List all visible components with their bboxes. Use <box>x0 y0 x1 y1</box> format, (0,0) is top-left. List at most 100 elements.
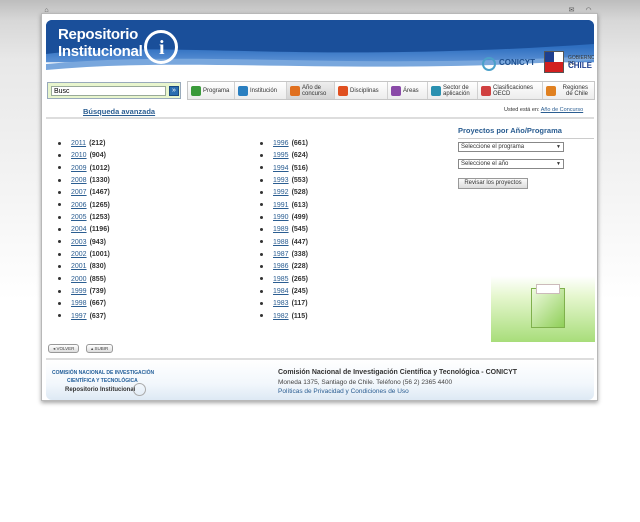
year-link[interactable]: 1990 <box>273 214 289 221</box>
year-list-item: 1985 (265) <box>260 276 308 288</box>
year-list-item: 1996 (661) <box>260 140 308 152</box>
revisar-proyectos-button[interactable]: Revisar los proyectos <box>458 178 528 189</box>
tab-label: Áreas <box>403 87 419 94</box>
conicyt-logo[interactable]: CONICYT <box>499 58 535 67</box>
subir-button[interactable]: ▴ SUBIR <box>86 344 114 353</box>
year-list-item: 2003 (943) <box>58 239 110 251</box>
tab-sector-aplicacion[interactable]: Sector de aplicación <box>428 82 478 99</box>
logo-title-line1: Repositorio <box>58 26 139 43</box>
year-link[interactable]: 1983 <box>273 300 289 307</box>
year-count: (943) <box>89 238 106 246</box>
year-link[interactable]: 1982 <box>273 313 289 320</box>
year-link[interactable]: 1994 <box>273 165 289 172</box>
footer-repo-logo: Repositorio Institucional <box>65 387 136 393</box>
year-link[interactable]: 1986 <box>273 263 289 270</box>
tab-programa[interactable]: Programa <box>188 82 235 99</box>
year-link[interactable]: 1995 <box>273 152 289 159</box>
dropdown-arrow-icon: ▼ <box>556 144 561 150</box>
year-link[interactable]: 1989 <box>273 226 289 233</box>
busqueda-avanzada-link[interactable]: Búsqueda avanzada <box>83 107 155 116</box>
select-anio-value: Seleccione el año <box>461 161 509 167</box>
year-link[interactable]: 1985 <box>273 276 289 283</box>
year-link[interactable]: 2006 <box>71 202 87 209</box>
chile-shield-icon <box>544 51 564 73</box>
year-count: (637) <box>89 312 106 320</box>
year-list-item: 2011 (212) <box>58 140 110 152</box>
year-count: (245) <box>291 288 308 296</box>
year-list-item: 2002 (1001) <box>58 251 110 263</box>
year-list-item: 1997 (637) <box>58 313 110 325</box>
tab-label: Clasificaciones OECD <box>493 84 534 97</box>
year-list-item: 1988 (447) <box>260 239 308 251</box>
tab-disciplinas[interactable]: Disciplinas <box>335 82 388 99</box>
year-link[interactable]: 2010 <box>71 152 87 159</box>
bullet-icon <box>260 154 263 157</box>
year-link[interactable]: 1984 <box>273 288 289 295</box>
bullet-icon <box>58 191 61 195</box>
year-count: (855) <box>89 275 106 283</box>
volver-button[interactable]: ◂ VOLVER <box>48 344 80 353</box>
separator <box>46 117 594 119</box>
year-link[interactable]: 1996 <box>273 140 289 147</box>
year-link[interactable]: 1987 <box>273 251 289 258</box>
year-link[interactable]: 2009 <box>71 165 87 172</box>
bullet-icon <box>260 265 263 269</box>
tab-areas[interactable]: Áreas <box>388 82 428 99</box>
bullet-icon <box>58 277 61 281</box>
year-link[interactable]: 1997 <box>71 313 87 320</box>
bullet-icon <box>58 141 61 145</box>
gobierno-chile-logo: GOBIERNO DE CHILE <box>544 51 594 75</box>
cube-icon <box>238 85 248 96</box>
tab-anio-concurso[interactable]: Año de concurso <box>287 82 335 99</box>
footer-org-line2: CIENTÍFICA Y TECNOLÓGICA <box>67 378 138 384</box>
year-list-item: 1995 (624) <box>260 152 308 164</box>
year-link[interactable]: 1991 <box>273 202 289 209</box>
tab-label: Regiones de Chile <box>562 84 588 97</box>
search-input[interactable] <box>51 86 166 96</box>
year-link[interactable]: 1999 <box>71 288 87 295</box>
search-go-button[interactable]: » <box>169 86 179 96</box>
year-list-item: 1982 (115) <box>260 313 308 325</box>
year-count: (499) <box>291 214 308 222</box>
footer-title: Comisión Nacional de Investigación Cient… <box>278 369 518 376</box>
year-list-item: 1991 (613) <box>260 202 308 214</box>
select-programa[interactable]: Seleccione el programa ▼ <box>458 142 564 152</box>
year-list-right: 1996 (661) 1995 (624) 1994 (516) 1993 (553) 1992… <box>260 140 308 325</box>
year-link[interactable]: 2002 <box>71 251 87 258</box>
tab-regiones-chile[interactable]: Regiones de Chile <box>543 82 594 99</box>
tab-clasificaciones-oecd[interactable]: Clasificaciones OECD <box>478 82 543 99</box>
tab-institucion[interactable]: Institución <box>235 82 287 99</box>
year-link[interactable]: 1998 <box>71 300 87 307</box>
breadcrumb-current[interactable]: Año de Concurso <box>541 107 584 113</box>
year-link[interactable]: 2011 <box>71 140 86 147</box>
year-link[interactable]: 2007 <box>71 189 87 196</box>
bullet-icon <box>58 314 61 318</box>
year-link[interactable]: 2003 <box>71 239 87 246</box>
year-link[interactable]: 2005 <box>71 214 87 221</box>
bullet-icon <box>260 277 263 281</box>
cube-icon <box>290 85 300 96</box>
bullet-icon <box>58 203 61 207</box>
year-link[interactable]: 2004 <box>71 226 87 233</box>
year-list-item: 2006 (1265) <box>58 202 110 214</box>
year-link[interactable]: 2000 <box>71 276 87 283</box>
year-count: (212) <box>89 140 106 147</box>
year-list-item: 1984 (245) <box>260 288 308 300</box>
year-list-item: 1987 (338) <box>260 251 308 263</box>
year-count: (553) <box>291 177 308 185</box>
year-list-item: 1998 (667) <box>58 300 110 312</box>
year-list-item: 2001 (830) <box>58 263 110 275</box>
bullet-icon <box>260 252 263 256</box>
select-anio[interactable]: Seleccione el año ▼ <box>458 159 564 169</box>
year-link[interactable]: 2008 <box>71 177 87 184</box>
year-link[interactable]: 2001 <box>71 263 87 270</box>
bullet-icon <box>260 191 263 195</box>
year-list-item: 1992 (528) <box>260 189 308 201</box>
year-list-item: 2000 (855) <box>58 276 110 288</box>
bullet-icon <box>260 228 263 232</box>
year-link[interactable]: 1988 <box>273 239 289 246</box>
site-logo-title[interactable]: Repositorio Institucional <box>58 26 143 60</box>
year-link[interactable]: 1992 <box>273 189 289 196</box>
footer-links[interactable]: Políticas de Privacidad y Condiciones de… <box>278 388 409 395</box>
year-link[interactable]: 1993 <box>273 177 289 184</box>
